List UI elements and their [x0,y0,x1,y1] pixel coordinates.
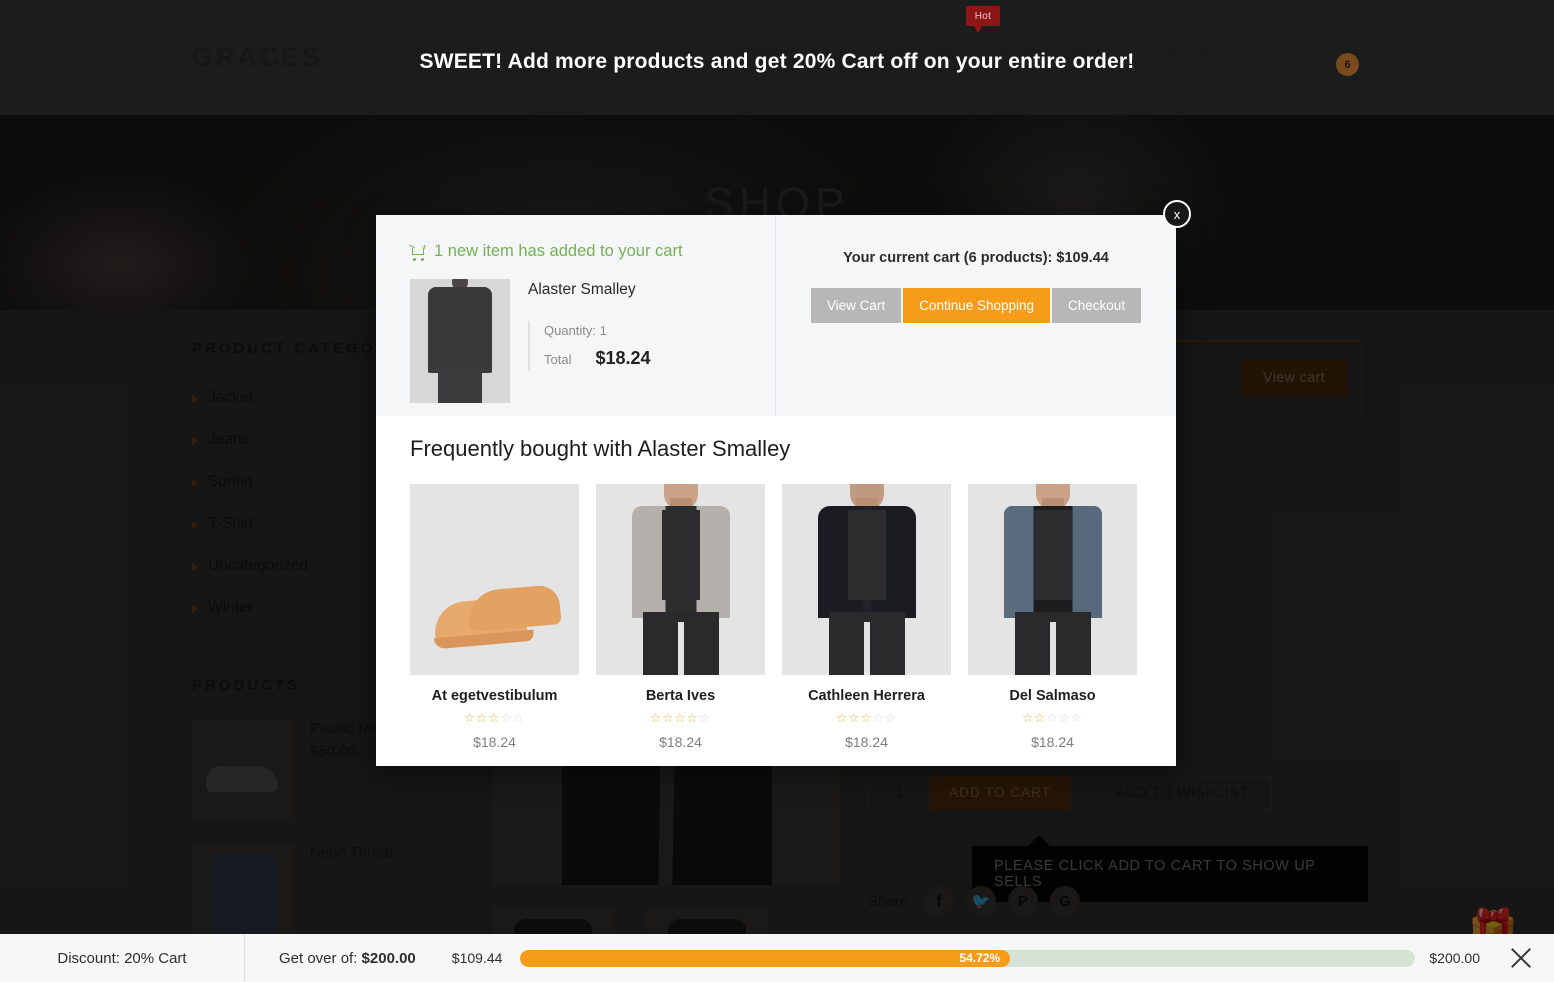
cart-add-icon: + [409,242,427,261]
site-header: GRACES HOME SHOP FEATURES BLOG PAGES CON… [0,0,1554,115]
fbt-product-image[interactable] [410,484,579,675]
rating-stars: ☆☆☆☆☆ [835,711,898,725]
discount-label: Discount: 20% Cart [0,934,245,982]
max-amount: $200.00 [1429,950,1480,966]
view-cart-button[interactable]: View Cart [810,288,902,323]
fbt-product-price: $18.24 [659,734,702,750]
added-item-name: Alaster Smalley [528,281,636,298]
cart-summary-panel: Your current cart (6 products): $109.44 … [776,215,1176,416]
progress-fill: 54.72% [520,949,1011,967]
progress-track: 54.72% [520,949,1416,967]
hot-badge: Hot [966,6,1000,33]
fbt-product-card[interactable]: At egetvestibulum ☆☆☆☆☆ $18.24 [410,484,579,750]
discount-progress-bar: Discount: 20% Cart Get over of: $200.00 … [0,934,1554,982]
promo-banner: SWEET! Add more products and get 20% Car… [419,50,1135,73]
fbt-product-card[interactable]: Berta Ives ☆☆☆☆☆ $18.24 [596,484,765,750]
total-value: $18.24 [595,348,651,368]
added-item-image [410,279,510,403]
close-icon[interactable]: x [1163,200,1191,228]
added-item-panel: + 1 new item has added to your cart Alas… [376,215,776,416]
frequently-bought-grid: At egetvestibulum ☆☆☆☆☆ $18.24 Berta Ive… [410,484,1142,750]
fbt-product-name: Del Salmaso [1009,688,1096,704]
close-icon[interactable] [1506,943,1536,973]
fbt-product-image[interactable] [596,484,765,675]
added-item-specs: Quantity: 1 Total $18.24 [528,321,651,371]
frequently-bought-title: Frequently bought with Alaster Smalley [410,436,791,461]
modal-action-buttons: View Cart Continue Shopping Checkout [776,288,1176,323]
continue-shopping-button[interactable]: Continue Shopping [903,288,1051,323]
fbt-product-name: Berta Ives [645,688,716,704]
progress-percent-label: 54.72% [959,951,1001,965]
cart-added-message-row: + 1 new item has added to your cart [409,242,751,261]
goal-text: Get over of: $200.00 [279,950,416,967]
rating-stars: ☆☆☆☆☆ [463,711,526,725]
cart-upsell-modal: + 1 new item has added to your cart Alas… [376,215,1176,766]
frequently-bought-section: Frequently bought with Alaster Smalley A… [376,416,1176,750]
added-item-total-row: Total $18.24 [544,348,651,371]
fbt-product-price: $18.24 [845,734,888,750]
added-item-quantity: Quantity: 1 [544,323,607,338]
added-item-row: Alaster Smalley Quantity: 1 Total $18.24 [410,279,751,403]
fbt-product-image[interactable] [968,484,1137,675]
fbt-product-price: $18.24 [1031,734,1074,750]
fbt-product-card[interactable]: Del Salmaso ☆☆☆☆☆ $18.24 [968,484,1137,750]
fbt-product-name: At egetvestibulum [431,688,558,704]
app-root: SHOP PRODUCT CATEGORIES Jacket Jeans Spr… [0,0,1554,982]
total-label: Total [544,352,572,367]
cart-added-message: 1 new item has added to your cart [434,242,683,260]
cart-summary-text: Your current cart (6 products): $109.44 [843,250,1109,266]
goal-amount: $200.00 [361,949,416,967]
added-item-info: Alaster Smalley Quantity: 1 Total $18.24 [528,279,651,403]
fbt-product-name: Cathleen Herrera [808,688,925,704]
current-amount: $109.44 [451,950,503,966]
fbt-product-image[interactable] [782,484,951,675]
fbt-product-price: $18.24 [473,734,516,750]
rating-stars: ☆☆☆☆☆ [649,711,712,725]
modal-header-section: + 1 new item has added to your cart Alas… [376,215,1176,416]
rating-stars: ☆☆☆☆☆ [1021,711,1084,725]
checkout-button[interactable]: Checkout [1052,288,1142,323]
goal-prefix: Get over of: [279,949,358,967]
fbt-product-card[interactable]: Cathleen Herrera ☆☆☆☆☆ $18.24 [782,484,951,750]
